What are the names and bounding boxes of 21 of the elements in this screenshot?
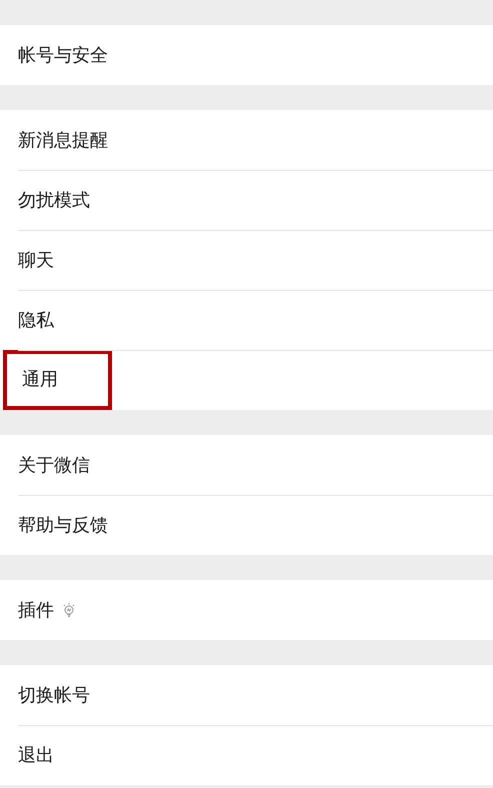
settings-item[interactable]: 新消息提醒 (3, 110, 118, 170)
item-label: 勿扰模式 (18, 188, 90, 212)
settings-item[interactable]: 退出 (3, 725, 64, 785)
item-label: 退出 (18, 744, 54, 768)
item-label: 通用 (22, 368, 58, 392)
settings-item[interactable]: 通用 (3, 350, 112, 410)
settings-item[interactable]: 隐私 (3, 290, 64, 350)
item-label: 帮助与反馈 (18, 514, 108, 538)
settings-item[interactable]: 勿扰模式 (3, 170, 100, 230)
item-label: 聊天 (18, 248, 54, 272)
settings-item[interactable]: 聊天 (3, 230, 64, 290)
item-label: 帐号与安全 (18, 44, 108, 68)
item-label: 隐私 (18, 308, 54, 332)
settings-item[interactable]: 帮助与反馈 (3, 495, 118, 555)
item-label: 插件 (18, 598, 54, 622)
settings-item[interactable]: 关于微信 (3, 435, 100, 495)
item-label: 新消息提醒 (18, 128, 108, 152)
settings-item[interactable]: 切换帐号 (3, 665, 100, 725)
settings-item[interactable]: 插件 (3, 580, 86, 640)
item-label: 关于微信 (18, 454, 90, 478)
item-label: 切换帐号 (18, 684, 90, 708)
